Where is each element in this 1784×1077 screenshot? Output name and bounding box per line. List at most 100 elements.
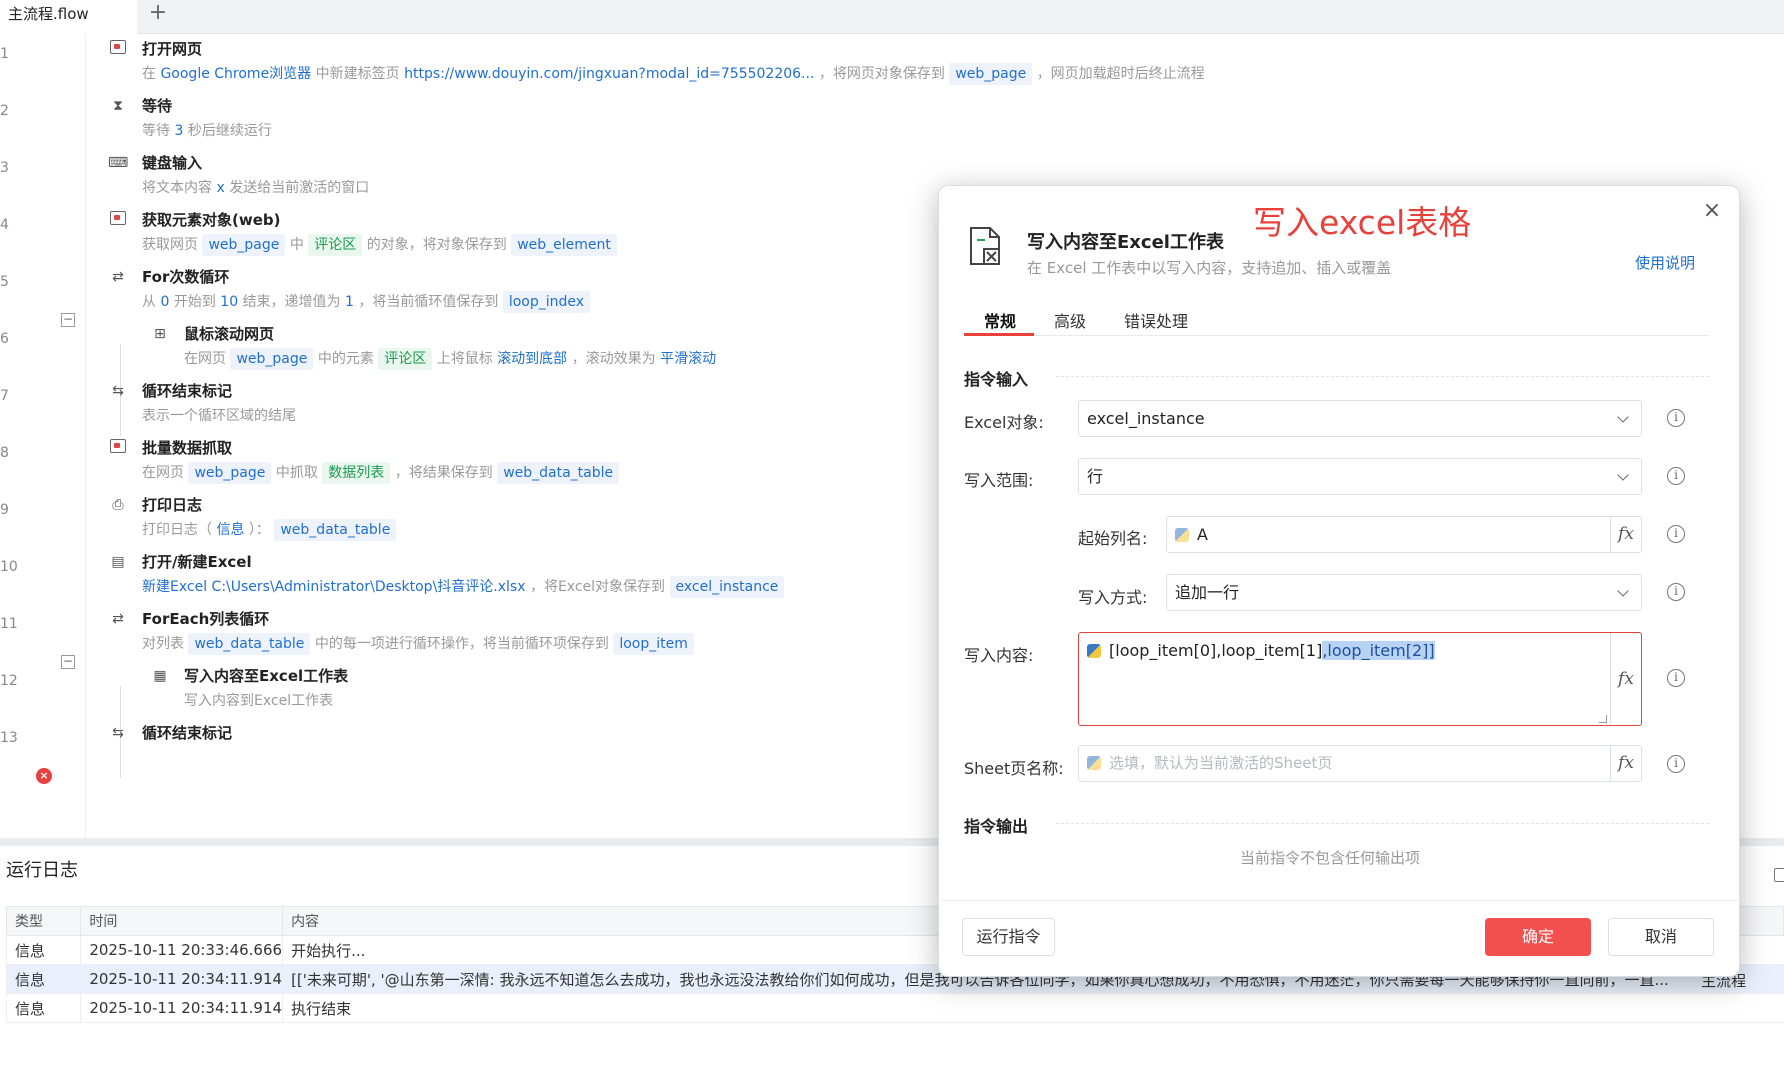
formula-button[interactable]: fx — [1610, 746, 1641, 781]
write-range-label: 写入范围: — [964, 471, 1034, 490]
tab-general[interactable]: 常规 — [984, 308, 1016, 332]
step-title: 循环结束标记 — [142, 724, 233, 742]
mouse-scroll-icon: ⊞ — [154, 326, 166, 342]
step-description: 打印日志（ 信息 ）： web_data_table — [142, 518, 397, 542]
add-tab-button[interactable]: + — [146, 0, 170, 30]
step-title: For次数循环 — [142, 268, 230, 286]
info-icon[interactable]: i — [1667, 755, 1685, 773]
write-mode-select[interactable]: 追加一行 — [1166, 574, 1642, 611]
step-description: 从 0 开始到 10 结束，递增值为 1 ，将当前循环值保存到 loop_ind… — [142, 290, 591, 314]
foreach-loop-icon: ⇄ — [112, 611, 124, 627]
step-description: 在 Google Chrome浏览器 中新建标签页 https://www.do… — [142, 62, 1205, 86]
formula-button[interactable]: fx — [1610, 517, 1641, 552]
write-range-value: 行 — [1087, 467, 1104, 486]
column-header: 类型 — [5, 906, 82, 936]
start-column-label: 起始列名: — [1078, 529, 1148, 548]
cancel-button[interactable]: 取消 — [1608, 918, 1714, 956]
line-number: 7 — [0, 388, 9, 404]
line-number: 2 — [0, 103, 9, 119]
help-link[interactable]: 使用说明 — [1635, 252, 1695, 273]
step-title: 写入内容至Excel工作表 — [184, 667, 349, 685]
write-mode-label: 写入方式: — [1078, 588, 1148, 607]
chevron-down-icon — [1617, 469, 1629, 481]
file-tab-bar: 主流程.flow + — [0, 0, 1784, 34]
excel-object-label: Excel对象: — [964, 413, 1044, 432]
annotation-text: 写入excel表格 — [1253, 203, 1472, 242]
line-number: 3 — [0, 160, 9, 176]
batch-data-icon — [108, 439, 128, 457]
step-description: 写入内容到Excel工作表 — [184, 693, 334, 709]
collapse-for-loop-button[interactable]: − — [61, 313, 75, 327]
log-type: 信息 — [5, 935, 81, 965]
expand-icon[interactable] — [1774, 868, 1784, 882]
line-number: 1 — [0, 46, 9, 62]
confirm-button[interactable]: 确定 — [1485, 918, 1591, 956]
line-number: 10 — [0, 559, 18, 575]
step-title: 打开网页 — [142, 40, 203, 58]
excel-file-icon: ▤ — [111, 554, 125, 570]
resize-handle[interactable] — [1599, 715, 1607, 723]
collapse-foreach-button[interactable]: − — [61, 655, 75, 669]
line-number: 8 — [0, 445, 9, 461]
web-element-icon — [108, 211, 128, 229]
log-time: 2025-10-11 20:34:11.914 — [80, 993, 283, 1023]
write-mode-value: 追加一行 — [1175, 583, 1240, 602]
step-title: 批量数据抓取 — [142, 439, 233, 457]
line-number: 12 — [0, 673, 18, 689]
info-icon[interactable]: i — [1667, 467, 1685, 485]
info-icon[interactable]: i — [1667, 669, 1685, 687]
chevron-down-icon — [1617, 411, 1629, 423]
table-row[interactable]: 信息 2025-10-11 20:34:11.914 执行结束 — [5, 993, 1784, 1023]
active-tab-indicator — [964, 333, 1034, 336]
formula-button[interactable]: fx — [1610, 633, 1641, 725]
python-icon — [1087, 644, 1101, 658]
step-title: 键盘输入 — [142, 154, 203, 172]
line-number: 6 — [0, 331, 9, 347]
log-type: 信息 — [5, 964, 81, 994]
dialog-tabs: 常规 高级 错误处理 — [964, 300, 1709, 336]
chevron-down-icon — [1617, 585, 1629, 597]
section-output-title: 指令输出 — [964, 817, 1029, 836]
dialog-title: 写入内容至Excel工作表 — [1027, 232, 1224, 253]
log-content: 执行结束 — [282, 993, 1784, 1023]
step-description: 表示一个循环区域的结尾 — [142, 408, 296, 424]
line-number: 5 — [0, 274, 9, 290]
write-content-textarea[interactable]: [loop_item[0],loop_item[1],loop_item[2]]… — [1078, 632, 1642, 726]
sheet-name-label: Sheet页名称: — [964, 759, 1064, 778]
start-column-input[interactable]: Afx — [1166, 516, 1642, 553]
log-time: 2025-10-11 20:33:46.666 — [80, 935, 283, 965]
excel-object-select[interactable]: excel_instance — [1078, 400, 1642, 437]
start-column-value: A — [1197, 525, 1208, 544]
run-command-button[interactable]: 运行指令 — [962, 918, 1055, 956]
write-range-select[interactable]: 行 — [1078, 458, 1642, 495]
error-marker-icon[interactable]: × — [36, 768, 52, 784]
log-title: 运行日志 — [6, 860, 78, 881]
excel-object-value: excel_instance — [1087, 409, 1205, 428]
gutter-divider — [85, 34, 86, 840]
tab-main-flow[interactable]: 主流程.flow — [0, 0, 137, 34]
line-number: 13 — [0, 730, 18, 746]
loop-end-icon: ⇆ — [112, 725, 124, 741]
step-title: 等待 — [142, 97, 173, 115]
sheet-name-input[interactable]: 选填，默认为当前激活的Sheet页 fx — [1078, 745, 1642, 782]
step-title: 获取元素对象(web) — [142, 211, 281, 229]
info-icon[interactable]: i — [1667, 409, 1685, 427]
content-selected-text: ,loop_item[2]] — [1322, 641, 1435, 660]
no-output-text: 当前指令不包含任何输出项 — [1240, 849, 1421, 867]
step-description: 将文本内容 x 发送给当前激活的窗口 — [142, 180, 370, 196]
keyboard-icon: ⌨ — [108, 155, 129, 171]
python-icon — [1175, 528, 1189, 542]
tab-error-handling[interactable]: 错误处理 — [1124, 308, 1188, 332]
line-number: 9 — [0, 502, 9, 518]
excel-file-icon — [970, 227, 1000, 265]
hourglass-icon: ⧗ — [113, 98, 123, 114]
info-icon[interactable]: i — [1667, 525, 1685, 543]
info-icon[interactable]: i — [1667, 583, 1685, 601]
step-description: 获取网页 web_page 中 评论区 的对象，将对象保存到 web_eleme… — [142, 233, 617, 257]
line-number: 4 — [0, 217, 9, 233]
step-description: 在网页 web_page 中的元素 评论区 上将鼠标 滚动到底部 ，滚动效果为 … — [184, 347, 716, 371]
tab-advanced[interactable]: 高级 — [1054, 308, 1086, 332]
step-description: 对列表 web_data_table 中的每一项进行循环操作，将当前循环项保存到… — [142, 632, 694, 656]
section-divider — [1056, 376, 1709, 377]
close-icon[interactable]: × — [1700, 199, 1724, 223]
